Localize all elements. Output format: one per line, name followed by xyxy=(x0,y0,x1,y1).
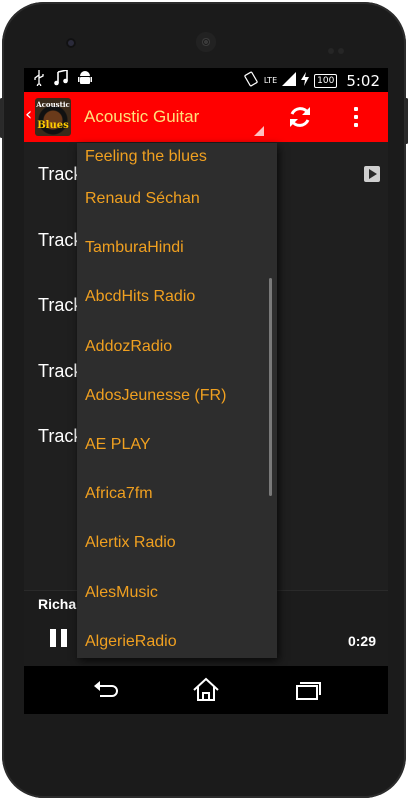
home-icon[interactable] xyxy=(186,676,226,704)
app-logo[interactable]: Acoustic Blues xyxy=(35,98,71,136)
earpiece-speaker xyxy=(196,32,216,52)
dropdown-item[interactable]: AE PLAY xyxy=(77,420,277,469)
usb-icon xyxy=(34,70,44,90)
proximity-sensors xyxy=(328,39,350,54)
network-type: LTE xyxy=(263,76,278,85)
track-label: Track xyxy=(38,295,83,315)
device-screen: LTE 100 5:02 ‹ Acoustic Blues Acoustic G… xyxy=(24,68,388,714)
battery-level: 100 xyxy=(314,74,338,88)
track-label: Track xyxy=(38,361,83,381)
logo-line-1: Acoustic xyxy=(36,100,70,109)
refresh-icon[interactable] xyxy=(286,103,314,131)
station-spinner[interactable]: Acoustic Guitar xyxy=(76,92,266,142)
navigation-bar xyxy=(24,666,388,714)
up-chevron-icon[interactable]: ‹ xyxy=(25,106,32,124)
android-icon xyxy=(78,70,92,90)
dropdown-item[interactable]: AdosJeunesse (FR) xyxy=(77,371,277,420)
back-icon[interactable] xyxy=(86,676,126,704)
phone-frame: LTE 100 5:02 ‹ Acoustic Blues Acoustic G… xyxy=(0,2,408,798)
overflow-menu-icon[interactable] xyxy=(348,104,364,130)
dropdown-item[interactable]: AlesMusic xyxy=(77,568,277,617)
dropdown-item[interactable]: TamburaHindi xyxy=(77,223,277,272)
dropdown-item[interactable]: Feeling the blues xyxy=(77,143,277,174)
charging-icon xyxy=(301,72,310,90)
track-label: Track xyxy=(38,426,83,446)
dropdown-item[interactable]: AbcdHits Radio xyxy=(77,272,277,321)
spinner-selected-value: Acoustic Guitar xyxy=(84,107,200,126)
status-bar: LTE 100 5:02 xyxy=(24,68,388,92)
music-note-icon xyxy=(54,69,68,90)
spinner-triangle-icon xyxy=(254,126,264,136)
dropdown-item[interactable]: Alertix Radio xyxy=(77,518,277,567)
dropdown-item[interactable]: AlgerieRadio xyxy=(77,617,277,658)
dropdown-item[interactable]: AddozRadio xyxy=(77,322,277,371)
station-dropdown-list[interactable]: Feeling the blues Renaud Séchan TamburaH… xyxy=(77,143,277,658)
pause-icon[interactable] xyxy=(50,629,68,647)
recents-icon[interactable] xyxy=(288,676,328,704)
elapsed-time: 0:29 xyxy=(347,633,376,649)
dropdown-item[interactable]: Renaud Séchan xyxy=(77,174,277,223)
action-bar: ‹ Acoustic Blues Acoustic Guitar xyxy=(24,92,388,142)
dropdown-scrollbar[interactable] xyxy=(269,278,272,496)
track-label: Track xyxy=(38,230,83,250)
dropdown-item[interactable]: Africa7fm xyxy=(77,469,277,518)
signal-icon xyxy=(282,72,297,90)
vibrate-icon xyxy=(243,71,259,91)
play-icon[interactable] xyxy=(364,166,380,182)
now-playing-title: Richar xyxy=(38,596,82,612)
clock: 5:02 xyxy=(346,72,380,90)
front-camera xyxy=(66,38,76,48)
volume-button xyxy=(0,98,3,138)
track-label: Track xyxy=(38,164,83,184)
logo-line-2: Blues xyxy=(37,120,69,131)
